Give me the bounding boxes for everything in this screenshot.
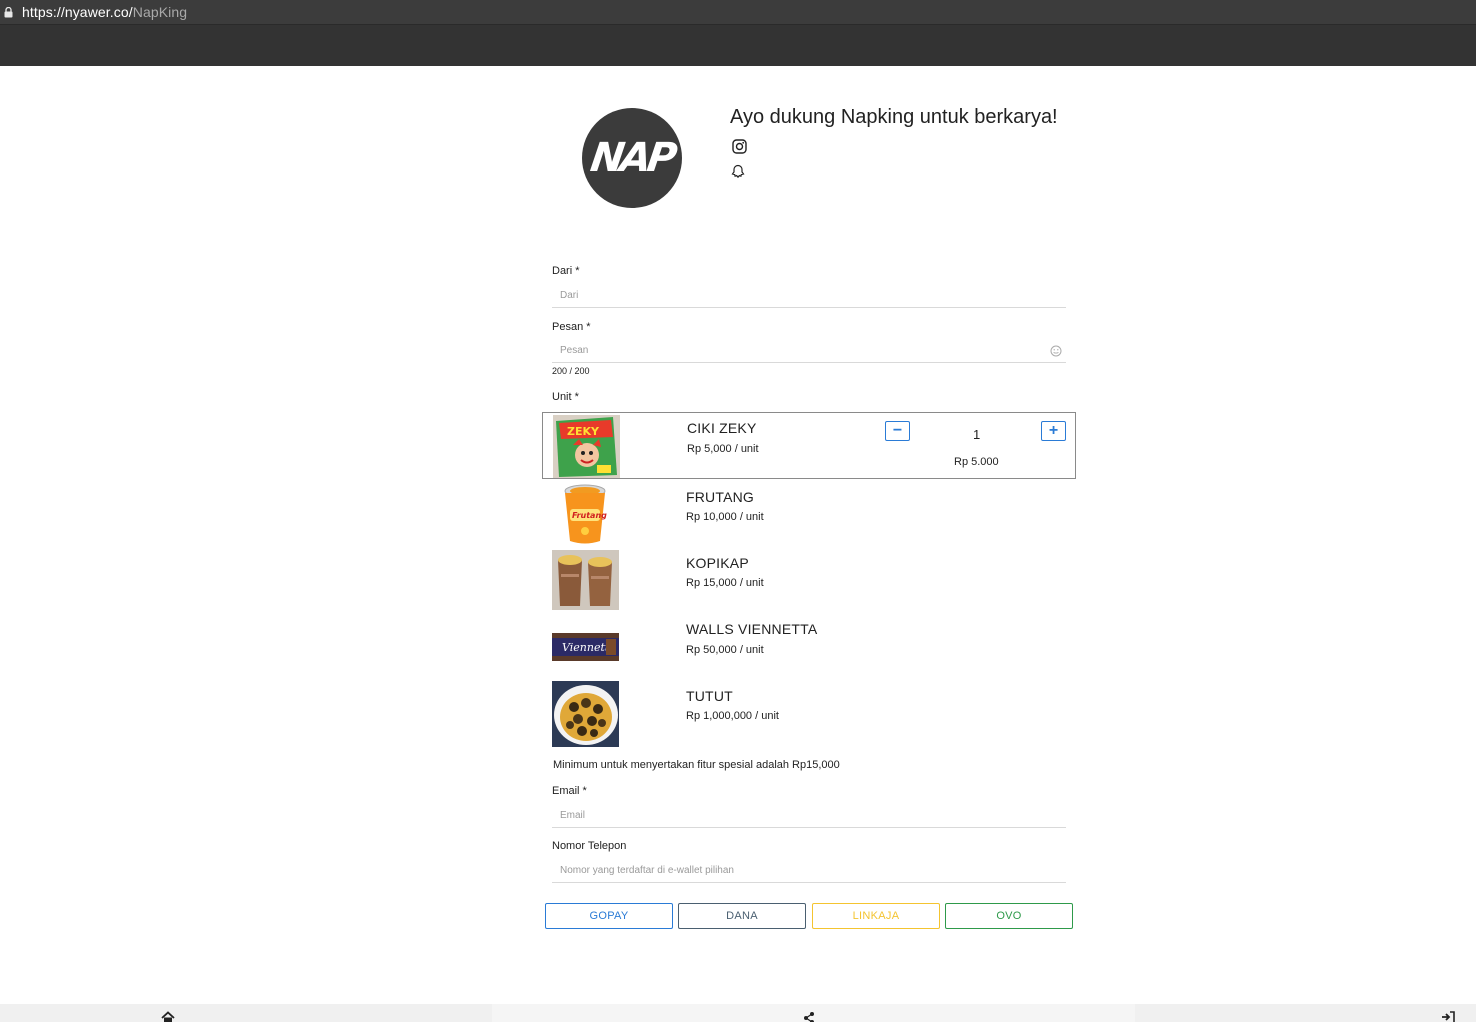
qty-plus-button[interactable]: + bbox=[1041, 421, 1066, 441]
snail-dish-image bbox=[552, 681, 619, 747]
qty-minus-button[interactable]: − bbox=[885, 421, 910, 441]
phone-label: Nomor Telepon bbox=[552, 840, 627, 852]
unit-name: KOPIKAP bbox=[686, 555, 749, 571]
unit-price: Rp 10,000 / unit bbox=[686, 511, 764, 523]
unit-item-ciki-zeky[interactable]: ZEKY CIKI ZEKY Rp 5,000 / unit − 1 + Rp … bbox=[542, 412, 1076, 479]
site-header bbox=[0, 24, 1476, 66]
unit-item-tutut[interactable]: TUTUT Rp 1,000,000 / unit bbox=[542, 681, 1076, 748]
coffee-cups-image bbox=[552, 550, 619, 610]
avatar: NAP bbox=[582, 108, 682, 208]
snack-bag-image: ZEKY bbox=[553, 415, 620, 478]
drink-cup-image: Frutang bbox=[552, 483, 619, 546]
unit-name: FRUTANG bbox=[686, 489, 755, 505]
url-text: https://nyawer.co/NapKing bbox=[22, 4, 188, 20]
phone-input[interactable] bbox=[560, 865, 1066, 876]
ghost-icon[interactable] bbox=[731, 164, 745, 179]
svg-text:ZEKY: ZEKY bbox=[567, 425, 600, 438]
unit-name: TUTUT bbox=[686, 688, 733, 704]
ovo-button[interactable]: OVO bbox=[945, 903, 1073, 929]
login-icon[interactable] bbox=[1441, 1010, 1455, 1022]
email-label: Email * bbox=[552, 785, 587, 797]
special-feature-note: Minimum untuk menyertakan fitur spesial … bbox=[553, 759, 840, 771]
unit-price: Rp 50,000 / unit bbox=[686, 644, 764, 656]
unit-name: CIKI ZEKY bbox=[687, 420, 757, 436]
avatar-logo-text: NAP bbox=[587, 135, 677, 181]
message-counter: 200 / 200 bbox=[552, 366, 590, 376]
dana-button[interactable]: DANA bbox=[678, 903, 806, 929]
home-icon[interactable] bbox=[161, 1010, 175, 1022]
unit-price: Rp 5,000 / unit bbox=[687, 443, 759, 455]
lock-icon bbox=[0, 0, 16, 24]
ice-cream-box-image: Viennetta bbox=[552, 633, 619, 661]
linkaja-button[interactable]: LINKAJA bbox=[812, 903, 940, 929]
share-icon[interactable] bbox=[802, 1010, 816, 1022]
message-label: Pesan * bbox=[552, 321, 591, 333]
bottom-nav-segment bbox=[1135, 1004, 1476, 1022]
qty-value: 1 bbox=[973, 427, 981, 442]
instagram-icon[interactable] bbox=[732, 139, 747, 154]
unit-item-kopikap[interactable]: KOPIKAP Rp 15,000 / unit bbox=[542, 548, 1076, 615]
from-field[interactable] bbox=[552, 284, 1066, 308]
unit-name: WALLS VIENNETTA bbox=[686, 621, 818, 637]
phone-field[interactable] bbox=[552, 859, 1066, 883]
email-input[interactable] bbox=[560, 810, 1066, 821]
gopay-button[interactable]: GOPAY bbox=[545, 903, 673, 929]
unit-item-frutang[interactable]: Frutang FRUTANG Rp 10,000 / unit bbox=[542, 481, 1076, 548]
emoji-icon[interactable] bbox=[1050, 345, 1062, 357]
unit-price: Rp 15,000 / unit bbox=[686, 577, 764, 589]
page-title: Ayo dukung Napking untuk berkarya! bbox=[730, 106, 1058, 128]
email-field[interactable] bbox=[552, 804, 1066, 828]
message-input[interactable] bbox=[560, 345, 1066, 356]
svg-text:Frutang: Frutang bbox=[572, 511, 607, 520]
unit-total: Rp 5.000 bbox=[954, 456, 999, 468]
from-label: Dari * bbox=[552, 265, 580, 277]
bottom-nav bbox=[0, 1004, 1476, 1022]
unit-item-walls-viennetta[interactable]: Viennetta WALLS VIENNETTA Rp 50,000 / un… bbox=[542, 614, 1076, 681]
address-bar[interactable]: https://nyawer.co/NapKing bbox=[0, 0, 1476, 24]
from-input[interactable] bbox=[560, 290, 1066, 301]
message-field[interactable] bbox=[552, 339, 1066, 363]
unit-price: Rp 1,000,000 / unit bbox=[686, 710, 779, 722]
bottom-nav-segment bbox=[0, 1004, 492, 1022]
unit-label: Unit * bbox=[552, 391, 579, 403]
